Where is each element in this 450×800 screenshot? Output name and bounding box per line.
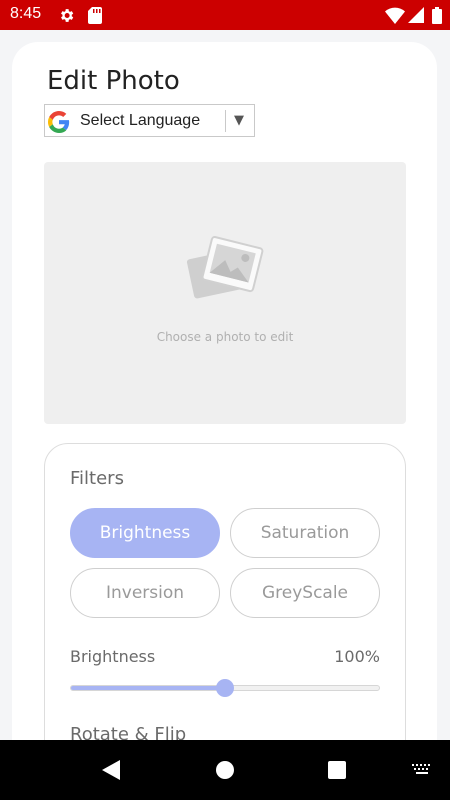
back-icon[interactable] [102, 760, 120, 780]
language-label: Select Language [80, 112, 201, 129]
wifi-icon [385, 7, 405, 24]
google-g-icon [48, 111, 70, 133]
filter-inversion-button[interactable]: Inversion [70, 568, 220, 618]
image-placeholder-icon [186, 236, 264, 299]
slider-thumb[interactable] [216, 679, 234, 697]
cell-signal-icon [408, 7, 424, 23]
language-divider [225, 110, 226, 132]
filters-title: Filters [70, 468, 124, 489]
status-time: 8:45 [10, 5, 42, 22]
slider-label: Brightness [70, 647, 156, 666]
home-icon[interactable] [216, 761, 234, 779]
navigation-bar [0, 740, 450, 800]
sd-card-icon [88, 7, 102, 24]
photo-hint: Choose a photo to edit [156, 330, 294, 344]
settings-gear-icon [61, 9, 74, 22]
editor-panel: Filters Brightness Saturation Inversion … [44, 443, 406, 773]
filter-greyscale-button[interactable]: GreyScale [230, 568, 380, 618]
page-title: Edit Photo [47, 66, 180, 96]
status-bar: 8:45 [0, 0, 450, 30]
slider-fill [71, 686, 225, 690]
filter-saturation-button[interactable]: Saturation [230, 508, 380, 558]
language-selector[interactable]: Select Language ▼ [44, 104, 255, 137]
battery-icon [432, 7, 442, 24]
filter-brightness-button[interactable]: Brightness [70, 508, 220, 558]
brightness-slider[interactable] [70, 679, 380, 697]
photo-picker[interactable]: Choose a photo to edit [44, 162, 406, 424]
keyboard-icon[interactable] [412, 764, 432, 776]
chevron-down-icon: ▼ [234, 113, 244, 128]
slider-value: 100% [334, 647, 380, 666]
recents-icon[interactable] [328, 761, 346, 779]
